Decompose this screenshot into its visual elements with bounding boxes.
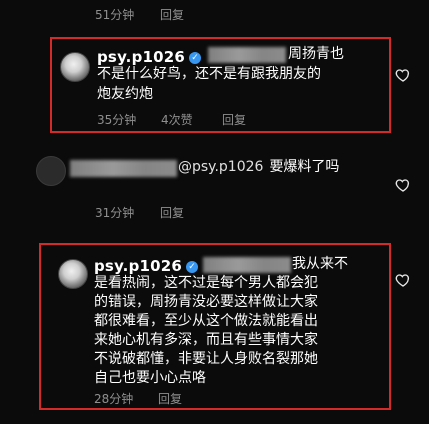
comment-time: 35分钟 (97, 113, 137, 127)
reply-button[interactable]: 回复 (160, 6, 184, 23)
redacted-block (208, 47, 286, 63)
comment-text: 都很难看，至少从这个做法就能看出 (94, 313, 318, 329)
avatar[interactable] (36, 156, 66, 186)
comment-header: psy.p1026 ✓ (94, 256, 199, 275)
comment-text: 是看热闹，这不过是每个男人都会犯 (94, 275, 318, 291)
comment-text: 不说破都懂，非要让人身败名裂那她 (94, 351, 318, 367)
verified-badge-icon: ✓ (186, 260, 199, 273)
comment-text: 炮友约炮 (97, 86, 153, 102)
comment-text: 自己也要小心点咯 (94, 370, 206, 386)
mention-link[interactable]: @psy.p1026 (178, 159, 263, 175)
comment-body: 要爆料了吗 (269, 159, 340, 175)
username-link[interactable]: psy.p1026 (97, 48, 185, 66)
comment-text: 周扬青也 (288, 46, 344, 62)
avatar[interactable] (60, 52, 90, 82)
comment-header: psy.p1026 ✓ (97, 47, 202, 66)
heart-icon[interactable] (395, 67, 411, 83)
comment-text: 不是什么好鸟，还不是有跟我朋友的 (97, 66, 321, 82)
comment-text: 我从来不 (292, 256, 348, 272)
comment-text: 来她心机有多深，而且有些事情大家 (94, 332, 318, 348)
reply-button[interactable]: 回复 (158, 390, 182, 407)
heart-icon[interactable] (395, 272, 411, 288)
comment-time: 28分钟 (94, 392, 134, 406)
redacted-block (203, 257, 291, 273)
reply-button[interactable]: 回复 (222, 111, 246, 128)
username-link[interactable]: psy.p1026 (94, 257, 182, 275)
likes-count[interactable]: 4次赞 (161, 111, 193, 128)
comment-text: 的错误，周扬青没必要这样做让大家 (94, 294, 318, 310)
avatar[interactable] (58, 259, 88, 289)
heart-icon[interactable] (395, 177, 411, 193)
comment-time: 51分钟 (95, 8, 135, 22)
reply-button[interactable]: 回复 (160, 204, 184, 221)
redacted-block (70, 160, 177, 177)
comment-text: @psy.p1026 要爆料了吗 (178, 158, 339, 177)
comment-time: 31分钟 (95, 206, 135, 220)
verified-badge-icon: ✓ (189, 51, 202, 64)
